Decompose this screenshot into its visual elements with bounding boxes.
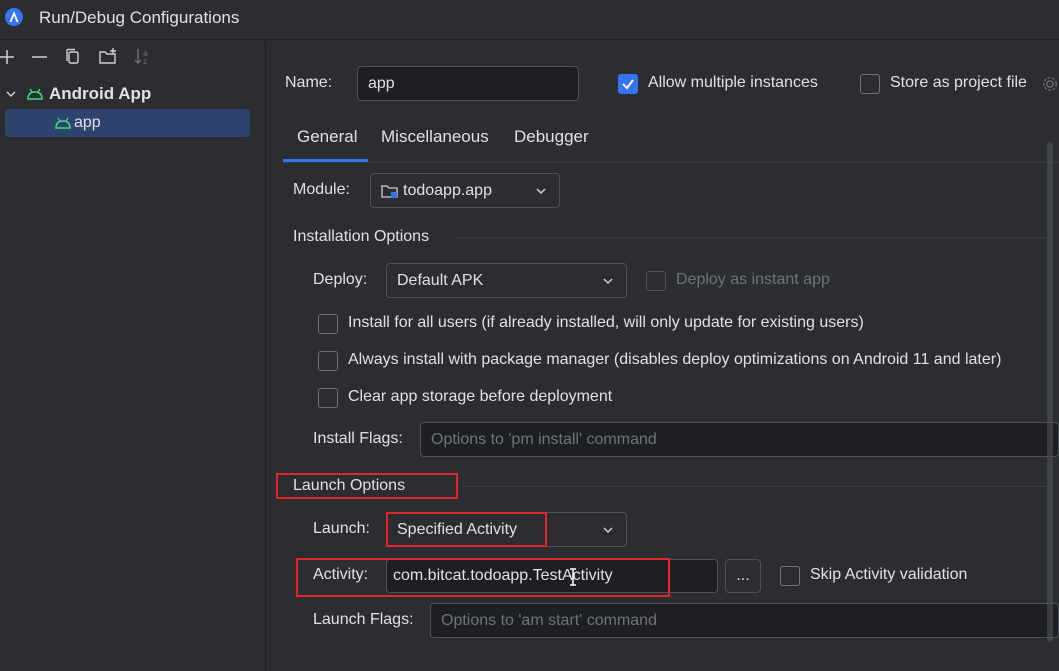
tab-general[interactable]: General — [297, 127, 357, 147]
tab-debugger[interactable]: Debugger — [514, 127, 589, 147]
tree-item-app[interactable]: app — [5, 109, 250, 137]
deploy-label: Deploy: — [313, 271, 368, 288]
svg-text:z: z — [143, 57, 147, 66]
store-project-file-checkbox[interactable] — [860, 74, 880, 94]
name-label: Name: — [285, 74, 333, 91]
installation-options-heading: Installation Options — [293, 228, 430, 245]
sort-icon[interactable]: a z — [132, 46, 154, 68]
new-folder-icon[interactable] — [97, 46, 119, 68]
install-flags-input[interactable]: Options to 'pm install' command — [420, 422, 1059, 457]
title-bar: Run/Debug Configurations — [0, 0, 1059, 40]
tree-item-android-app[interactable]: Android App — [0, 80, 260, 108]
scrollbar[interactable] — [1047, 142, 1053, 642]
package-manager-label: Always install with package manager (dis… — [348, 351, 1002, 368]
plus-icon[interactable] — [0, 46, 22, 68]
configuration-editor: Name: app Allow multiple instances Store… — [267, 42, 1059, 671]
launch-options-heading: Launch Options — [293, 477, 406, 494]
minus-icon[interactable] — [28, 46, 50, 68]
deploy-combo[interactable]: Default APK — [386, 263, 627, 298]
module-value: todoapp.app — [403, 181, 492, 199]
deploy-value: Default APK — [397, 271, 484, 289]
android-icon — [55, 117, 71, 129]
browse-label: ... — [736, 567, 750, 584]
launch-flags-input[interactable]: Options to 'am start' command — [430, 603, 1059, 638]
window-title: Run/Debug Configurations — [39, 8, 240, 27]
chevron-down-icon[interactable] — [5, 88, 17, 100]
clear-storage-label: Clear app storage before deployment — [348, 388, 613, 405]
copy-icon[interactable] — [62, 46, 84, 68]
tab-miscellaneous[interactable]: Miscellaneous — [381, 127, 489, 147]
android-studio-icon — [5, 8, 23, 26]
checkmark-icon — [622, 79, 634, 90]
module-folder-icon — [381, 184, 398, 198]
clear-storage-checkbox[interactable] — [318, 388, 338, 408]
skip-validation-checkbox[interactable] — [780, 566, 800, 586]
module-combo[interactable]: todoapp.app — [370, 173, 560, 208]
chevron-down-icon — [536, 187, 546, 194]
highlight-box — [296, 558, 670, 597]
launch-label: Launch: — [313, 520, 370, 537]
deploy-instant-app-label: Deploy as instant app — [676, 271, 830, 288]
deploy-instant-app-checkbox[interactable] — [646, 271, 666, 291]
install-all-users-label: Install for all users (if already instal… — [348, 314, 864, 331]
name-input[interactable]: app — [357, 66, 579, 101]
section-divider — [462, 486, 1047, 487]
launch-flags-label: Launch Flags: — [313, 611, 414, 628]
config-toolbar: a z — [0, 46, 265, 70]
allow-multiple-label: Allow multiple instances — [648, 74, 818, 91]
install-all-users-checkbox[interactable] — [318, 314, 338, 334]
install-flags-label: Install Flags: — [313, 430, 403, 447]
module-label: Module: — [293, 181, 350, 198]
browse-activity-button[interactable]: ... — [725, 559, 761, 593]
tree-item-label: Android App — [49, 84, 152, 103]
chevron-down-icon — [603, 277, 613, 284]
tab-divider — [283, 162, 1059, 163]
tree-item-label: app — [74, 114, 101, 131]
allow-multiple-checkbox[interactable] — [618, 74, 638, 94]
gear-icon[interactable] — [1041, 74, 1059, 94]
store-project-file-label: Store as project file — [890, 74, 1027, 91]
package-manager-checkbox[interactable] — [318, 351, 338, 371]
chevron-down-icon — [603, 526, 613, 533]
highlight-box — [386, 512, 547, 547]
skip-validation-label: Skip Activity validation — [810, 566, 968, 583]
section-divider — [453, 237, 1047, 238]
android-icon — [27, 88, 43, 100]
